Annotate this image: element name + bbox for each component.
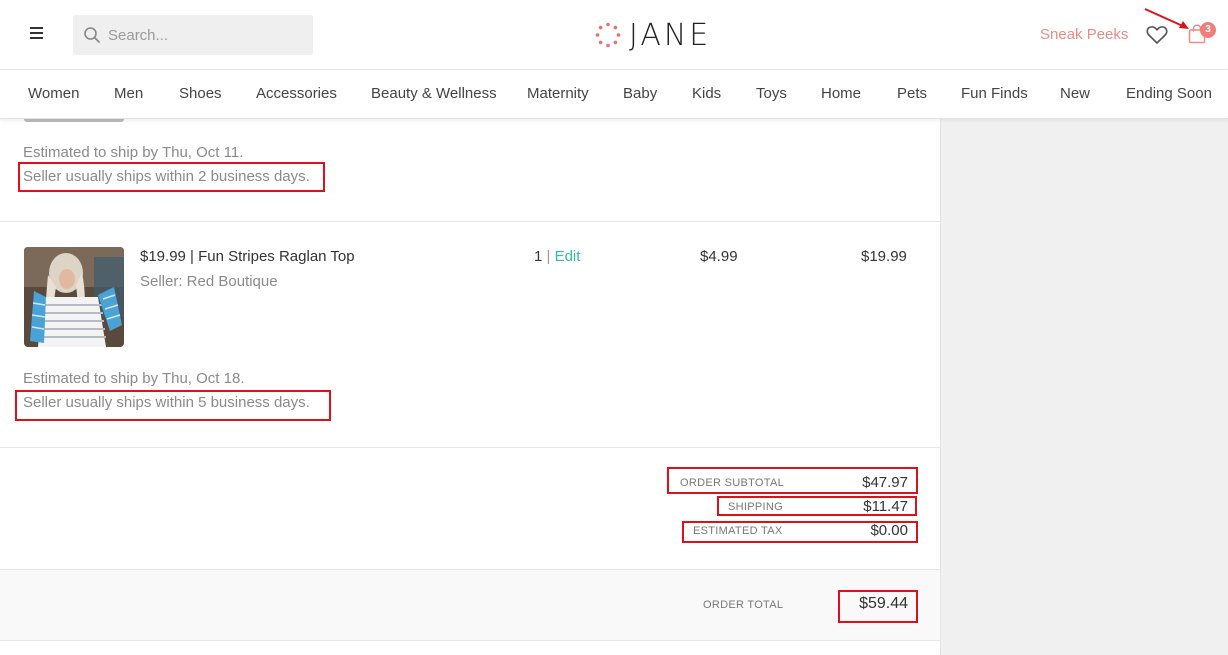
search-icon [84, 27, 100, 43]
previous-product-image [24, 119, 124, 122]
tax-label: ESTIMATED TAX [693, 525, 783, 537]
subtotal-label: ORDER SUBTOTAL [680, 477, 785, 489]
order-sidebar [940, 119, 1228, 655]
divider [0, 221, 940, 222]
nav-item-accessories[interactable]: Accessories [256, 85, 337, 102]
product-name[interactable]: $19.99 | Fun Stripes Raglan Top [140, 248, 355, 265]
nav-item-toys[interactable]: Toys [756, 85, 787, 102]
nav-item-beauty-wellness[interactable]: Beauty & Wellness [371, 85, 497, 102]
nav-item-new[interactable]: New [1060, 85, 1090, 102]
quantity-separator: | [542, 248, 555, 265]
item-shipping-price: $4.99 [700, 248, 738, 265]
nav-item-baby[interactable]: Baby [623, 85, 657, 102]
nav-item-shoes[interactable]: Shoes [179, 85, 222, 102]
nav-item-ending-soon[interactable]: Ending Soon [1126, 85, 1212, 102]
seller-ships-note: Seller usually ships within 2 business d… [23, 168, 310, 185]
product-photo-icon [24, 247, 124, 347]
nav-item-men[interactable]: Men [114, 85, 143, 102]
jane-logo[interactable]: JANE [595, 17, 712, 53]
order-total-value: $59.44 [859, 595, 908, 612]
tax-value: $0.00 [870, 522, 908, 539]
est-ship-date: Estimated to ship by Thu, Oct 18. [23, 370, 245, 387]
annotation-arrow-icon [1144, 8, 1189, 29]
nav-item-pets[interactable]: Pets [897, 85, 927, 102]
cart-count-badge: 3 [1200, 22, 1216, 38]
edit-quantity-link[interactable]: Edit [555, 248, 581, 265]
cart-items: Estimated to ship by Thu, Oct 11. Seller… [0, 119, 940, 655]
order-total-label: ORDER TOTAL [703, 599, 784, 611]
nav-item-kids[interactable]: Kids [692, 85, 721, 102]
shipping-label: SHIPPING [728, 501, 783, 513]
site-header: JANE Sneak Peeks 3 [0, 0, 1228, 70]
menu-icon[interactable] [30, 24, 48, 44]
nav-item-fun-finds[interactable]: Fun Finds [961, 85, 1028, 102]
nav-item-maternity[interactable]: Maternity [527, 85, 589, 102]
divider [0, 447, 940, 448]
order-total-row: ORDER TOTAL $59.44 [0, 569, 940, 641]
seller-ships-note: Seller usually ships within 5 business d… [23, 394, 310, 411]
subtotal-value: $47.97 [862, 474, 908, 491]
logo-dots-icon [595, 22, 621, 48]
quantity: 1 | Edit [534, 248, 580, 265]
logo-text: JANE [629, 17, 712, 53]
shipping-value: $11.47 [863, 498, 908, 515]
search-bar[interactable] [73, 15, 313, 55]
search-input[interactable] [108, 15, 308, 55]
product-seller: Seller: Red Boutique [140, 273, 278, 290]
item-total-price: $19.99 [861, 248, 907, 265]
est-ship-date: Estimated to ship by Thu, Oct 11. [23, 144, 244, 161]
nav-item-home[interactable]: Home [821, 85, 861, 102]
sneak-peeks-link[interactable]: Sneak Peeks [1040, 26, 1128, 43]
nav-item-women[interactable]: Women [28, 85, 79, 102]
product-image[interactable] [24, 247, 124, 347]
category-nav: Women Men Shoes Accessories Beauty & Wel… [0, 71, 1228, 119]
